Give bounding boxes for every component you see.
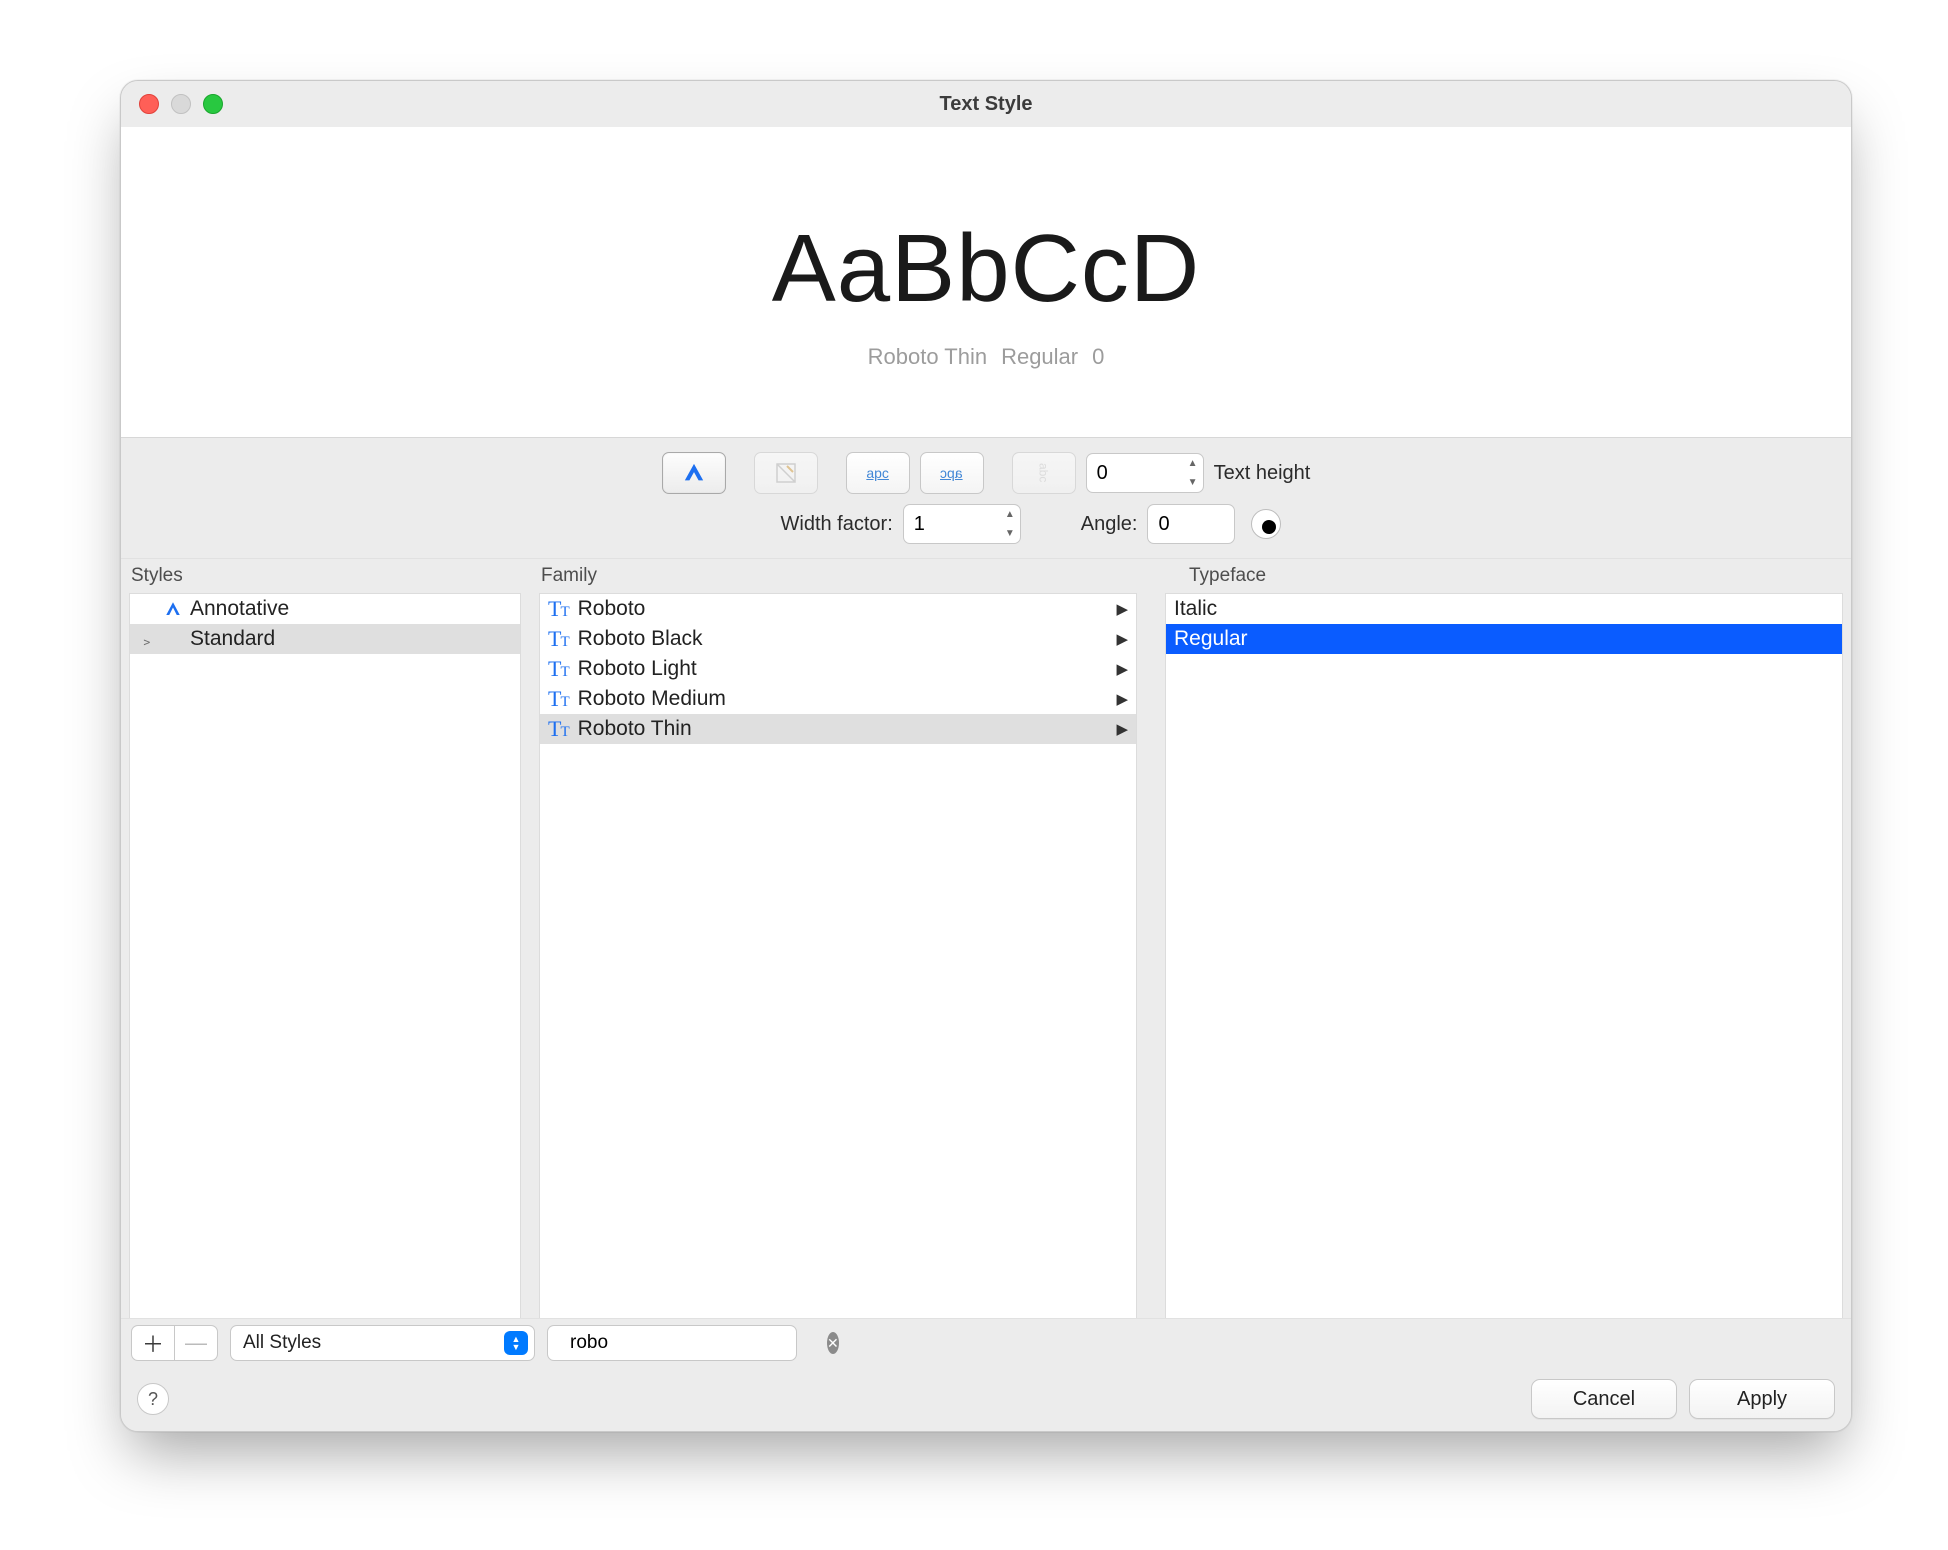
maximize-window-button[interactable] (203, 94, 223, 114)
truetype-icon: TT (548, 716, 570, 742)
stepper-up-icon[interactable]: ▲ (1000, 505, 1020, 525)
text-height-field[interactable]: ▲ ▼ (1086, 453, 1204, 493)
ruler-icon (774, 461, 798, 485)
family-header: Family (539, 565, 1165, 587)
preview-height: 0 (1092, 344, 1104, 370)
ltr-icon: apc (866, 465, 889, 481)
truetype-icon: TT (548, 656, 570, 682)
family-label: Roboto Medium (578, 687, 726, 711)
select-arrows-icon: ▲▼ (504, 1331, 528, 1355)
vertical-text-toggle[interactable]: abc (1012, 452, 1076, 494)
family-item[interactable]: TT Roboto Medium ▶ (540, 684, 1136, 714)
font-preview-caption: Roboto Thin Regular 0 (868, 344, 1105, 370)
style-toolbar: apc apc abc ▲ ▼ Text height (121, 438, 1851, 559)
truetype-icon: TT (548, 596, 570, 622)
annotative-toggle[interactable] (662, 452, 726, 494)
typeface-label: Italic (1174, 597, 1217, 621)
titlebar: Text Style (121, 81, 1851, 127)
vertical-icon: abc (1037, 463, 1051, 482)
cancel-button[interactable]: Cancel (1531, 1379, 1677, 1419)
columns-header: Styles Family Typeface (121, 559, 1851, 593)
family-item-selected[interactable]: TT Roboto Thin ▶ (540, 714, 1136, 744)
angle-dot-icon (1262, 520, 1276, 534)
clear-search-button[interactable]: ✕ (827, 1332, 839, 1354)
angle-field[interactable] (1147, 504, 1235, 544)
family-label: Roboto Light (578, 657, 697, 681)
chevron-right-icon: ▶ (1116, 600, 1128, 618)
family-item[interactable]: TT Roboto Black ▶ (540, 624, 1136, 654)
chevron-right-icon: ▶ (1116, 660, 1128, 678)
minimize-window-button[interactable] (171, 94, 191, 114)
text-direction-ltr-toggle[interactable]: apc (846, 452, 910, 494)
style-filter-select[interactable]: All Styles ▲▼ (230, 1325, 535, 1361)
typeface-item-selected[interactable]: Regular (1166, 624, 1842, 654)
family-label: Roboto Thin (578, 717, 692, 741)
typeface-header: Typeface (1165, 565, 1843, 587)
width-factor-stepper[interactable]: ▲ ▼ (1000, 505, 1020, 543)
chevron-right-icon: ▶ (1116, 630, 1128, 648)
match-orientation-toggle[interactable] (754, 452, 818, 494)
columns: Annotative ﹥ Standard TT Roboto ▶ TT (121, 593, 1851, 1318)
close-window-button[interactable] (139, 94, 159, 114)
family-item[interactable]: TT Roboto Light ▶ (540, 654, 1136, 684)
styles-list[interactable]: Annotative ﹥ Standard (129, 593, 521, 1320)
angle-swatch[interactable] (1251, 509, 1281, 539)
styles-header: Styles (129, 565, 539, 587)
remove-style-button[interactable]: — (174, 1325, 218, 1361)
angle-label: Angle: (1081, 513, 1138, 536)
font-search-input[interactable] (568, 1331, 817, 1355)
width-factor-field[interactable]: ▲ ▼ (903, 504, 1021, 544)
width-factor-input[interactable] (904, 513, 1000, 536)
window-controls (139, 94, 223, 114)
family-label: Roboto (578, 597, 646, 621)
family-label: Roboto Black (578, 627, 703, 651)
typeface-label: Regular (1174, 627, 1248, 651)
bottom-toolbar: ＋ — All Styles ▲▼ ✕ (121, 1318, 1851, 1367)
style-label: Annotative (190, 597, 289, 621)
font-search-field[interactable]: ✕ (547, 1325, 797, 1361)
disclosure-right-icon[interactable]: ﹥ (138, 627, 156, 651)
text-direction-rtl-toggle[interactable]: apc (920, 452, 984, 494)
annotative-icon (164, 600, 182, 618)
font-preview-panel: AaBbCcD Roboto Thin Regular 0 (121, 127, 1851, 438)
truetype-icon: TT (548, 686, 570, 712)
rtl-icon: apc (940, 465, 963, 481)
style-standard[interactable]: ﹥ Standard (130, 624, 520, 654)
stepper-up-icon[interactable]: ▲ (1183, 454, 1203, 474)
preview-font-name: Roboto Thin (868, 344, 987, 370)
window-title: Text Style (121, 93, 1851, 116)
style-filter-label: All Styles (243, 1332, 321, 1354)
annotative-icon (683, 462, 705, 484)
style-annotative[interactable]: Annotative (130, 594, 520, 624)
text-height-stepper[interactable]: ▲ ▼ (1183, 454, 1203, 492)
add-style-button[interactable]: ＋ (131, 1325, 175, 1361)
chevron-right-icon: ▶ (1116, 690, 1128, 708)
angle-input[interactable] (1148, 513, 1234, 536)
chevron-right-icon: ▶ (1116, 720, 1128, 738)
typeface-list[interactable]: Italic Regular (1165, 593, 1843, 1320)
preview-typeface: Regular (1001, 344, 1078, 370)
font-preview-sample: AaBbCcD (772, 214, 1201, 324)
typeface-item[interactable]: Italic (1166, 594, 1842, 624)
text-style-window: Text Style AaBbCcD Roboto Thin Regular 0 (120, 80, 1852, 1432)
apply-button[interactable]: Apply (1689, 1379, 1835, 1419)
family-item[interactable]: TT Roboto ▶ (540, 594, 1136, 624)
width-factor-label: Width factor: (781, 513, 893, 536)
truetype-icon: TT (548, 626, 570, 652)
style-label: Standard (190, 627, 275, 651)
dialog-footer: ? Cancel Apply (121, 1367, 1851, 1431)
text-height-input[interactable] (1087, 462, 1183, 485)
stepper-down-icon[interactable]: ▼ (1183, 474, 1203, 493)
stepper-down-icon[interactable]: ▼ (1000, 525, 1020, 544)
add-remove-group: ＋ — (131, 1325, 218, 1361)
family-list[interactable]: TT Roboto ▶ TT Roboto Black ▶ TT Roboto … (539, 593, 1137, 1320)
help-button[interactable]: ? (137, 1383, 169, 1415)
text-height-label: Text height (1214, 462, 1311, 485)
